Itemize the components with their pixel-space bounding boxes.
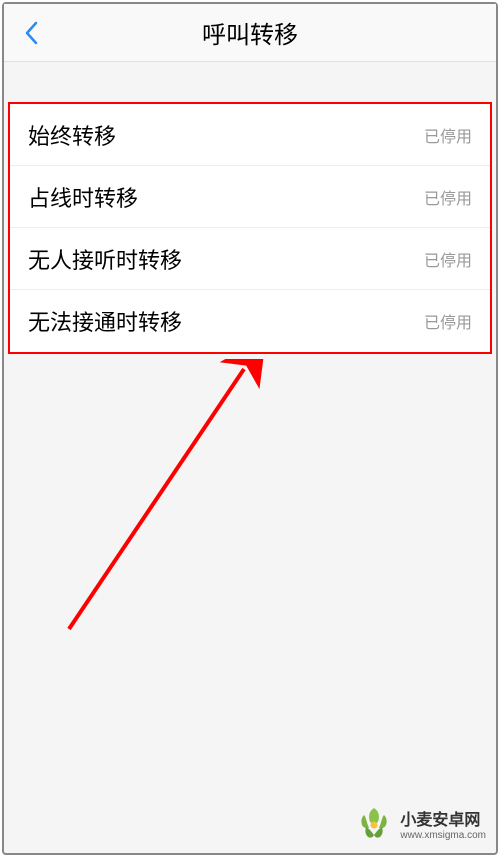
forward-item-no-answer[interactable]: 无人接听时转移 已停用 (10, 228, 490, 290)
item-label: 始终转移 (28, 119, 116, 151)
forward-item-unreachable[interactable]: 无法接通时转移 已停用 (10, 290, 490, 352)
forward-list: 始终转移 已停用 占线时转移 已停用 无人接听时转移 已停用 无法接通时转移 已… (8, 102, 492, 354)
item-status: 已停用 (424, 309, 472, 333)
logo-icon (354, 803, 394, 843)
item-label: 无人接听时转移 (28, 243, 182, 275)
item-status: 已停用 (424, 185, 472, 209)
item-status: 已停用 (424, 247, 472, 271)
watermark: 小麦安卓网 www.xmsigma.com (354, 803, 486, 843)
item-label: 无法接通时转移 (28, 305, 182, 337)
header: 呼叫转移 (4, 4, 496, 62)
item-label: 占线时转移 (28, 181, 138, 213)
annotation-arrow (54, 359, 284, 639)
forward-item-always[interactable]: 始终转移 已停用 (10, 104, 490, 166)
page-title: 呼叫转移 (202, 15, 298, 50)
back-button[interactable] (16, 18, 46, 48)
watermark-url: www.xmsigma.com (400, 830, 486, 841)
forward-item-busy[interactable]: 占线时转移 已停用 (10, 166, 490, 228)
item-status: 已停用 (424, 123, 472, 147)
watermark-title: 小麦安卓网 (400, 806, 486, 830)
chevron-left-icon (24, 21, 38, 45)
